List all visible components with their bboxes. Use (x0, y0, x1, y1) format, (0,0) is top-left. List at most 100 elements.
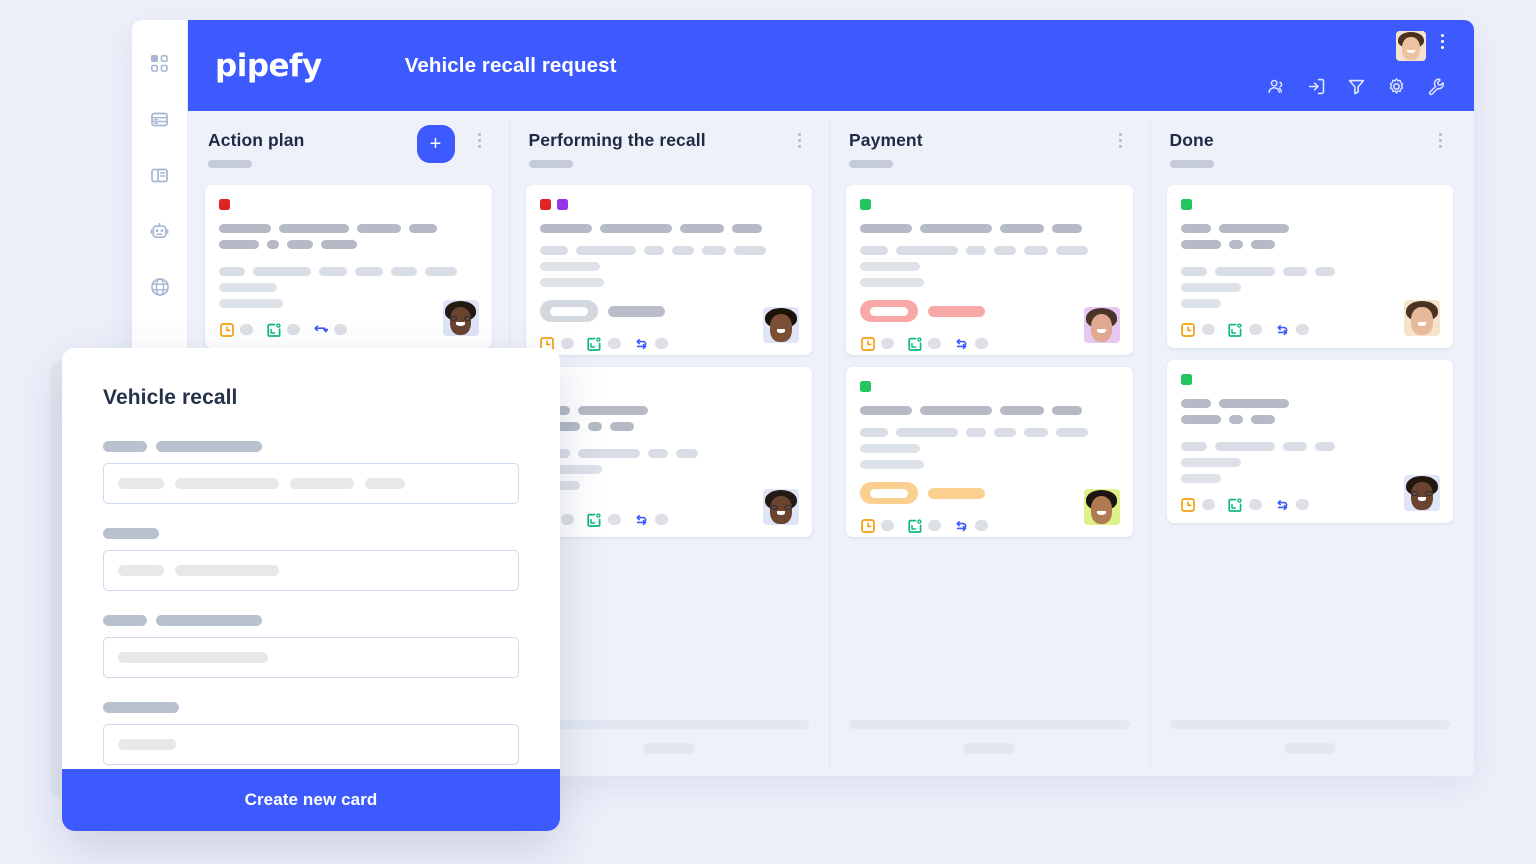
calendar-check-icon[interactable] (266, 322, 281, 337)
card-status-badge (539, 300, 799, 322)
kanban-card[interactable] (846, 185, 1133, 355)
card-meta-placeholder (560, 514, 574, 525)
calendar-check-icon[interactable] (1228, 322, 1243, 337)
filter-icon[interactable] (1347, 77, 1366, 96)
card-avatar[interactable] (1404, 300, 1440, 336)
flow-connection-icon[interactable] (954, 518, 969, 533)
text-input[interactable] (103, 463, 519, 504)
page-title: Vehicle recall request (404, 53, 617, 77)
clock-icon[interactable] (860, 336, 875, 351)
text-input[interactable] (103, 550, 519, 591)
card-labels (219, 199, 478, 210)
field-label-skeleton (103, 528, 519, 539)
import-inbox-icon[interactable] (1307, 77, 1326, 96)
avatar-face (1404, 300, 1440, 336)
card-footer-icons (219, 322, 478, 337)
flow-connection-icon[interactable] (1275, 497, 1290, 512)
card-avatar[interactable] (1083, 307, 1120, 343)
column-kebab-menu[interactable] (477, 133, 481, 148)
kanban-card[interactable] (205, 185, 492, 348)
card-body-skeleton (539, 449, 799, 490)
flow-connection-icon[interactable] (1275, 322, 1290, 337)
board-column-done: Done (1149, 111, 1471, 776)
card-meta-placeholder (654, 514, 668, 525)
sidebar-item-public[interactable] (145, 272, 175, 302)
sidebar-item-dashboard[interactable] (145, 48, 175, 78)
card-label-chip (219, 199, 230, 210)
avatar[interactable] (1396, 31, 1426, 61)
column-header: Performing the recall (517, 111, 822, 185)
card-footer-icons (1181, 497, 1440, 512)
clock-icon[interactable] (860, 518, 875, 533)
card-meta-placeholder (928, 520, 941, 531)
column-header: Payment (837, 111, 1142, 185)
card-labels (540, 381, 799, 392)
column-kebab-menu[interactable] (1439, 133, 1442, 148)
column-title: Payment (849, 130, 923, 150)
create-new-card-button[interactable]: Create new card (62, 769, 560, 831)
flow-connection-icon[interactable] (634, 336, 649, 351)
column-count-placeholder (208, 160, 252, 168)
grid-dashboard-icon (150, 54, 169, 73)
card-meta-placeholder (1295, 324, 1309, 335)
sidebar-item-database[interactable] (145, 104, 175, 134)
column-kebab-menu[interactable] (1118, 133, 1122, 148)
field-label-skeleton (103, 702, 519, 713)
add-card-button[interactable]: + (416, 125, 455, 163)
field-label-skeleton (103, 615, 519, 626)
calendar-check-icon[interactable] (587, 512, 602, 527)
calendar-check-icon[interactable] (1228, 497, 1243, 512)
flow-connection-icon[interactable] (634, 512, 649, 527)
kanban-card[interactable] (1166, 360, 1453, 523)
column-footer-divider (849, 720, 1130, 729)
wrench-icon[interactable] (1427, 77, 1446, 96)
card-body-skeleton (1180, 267, 1440, 308)
card-label-chip (860, 381, 871, 392)
avatar-face (1396, 31, 1426, 61)
avatar-face (443, 300, 479, 336)
card-footer-icons (540, 512, 799, 527)
column-footer-pill (963, 743, 1016, 754)
calendar-check-icon[interactable] (907, 518, 922, 533)
card-avatar[interactable] (1404, 475, 1440, 511)
avatar-face (763, 307, 799, 343)
clock-icon[interactable] (1181, 497, 1196, 512)
card-meta-placeholder (560, 338, 574, 349)
column-footer-divider (1169, 720, 1450, 729)
calendar-check-icon[interactable] (907, 336, 922, 351)
members-icon[interactable] (1267, 77, 1286, 96)
card-labels (1180, 374, 1440, 385)
card-avatar[interactable] (1083, 489, 1120, 525)
card-body-skeleton (219, 267, 478, 308)
card-meta-placeholder (240, 324, 253, 335)
sidebar-item-board-layout[interactable] (145, 160, 175, 190)
card-label-chip (556, 199, 568, 210)
card-avatar[interactable] (442, 300, 479, 336)
column-footer-divider (528, 720, 809, 729)
kanban-card[interactable] (846, 367, 1133, 537)
brand-row: pipefy Vehicle recall request (215, 20, 1474, 111)
flow-connection-icon[interactable] (954, 336, 969, 351)
column-header: Done (1158, 111, 1463, 185)
header-kebab-menu[interactable] (1441, 34, 1444, 49)
sidebar-item-automations[interactable] (145, 216, 175, 246)
avatar-face (1084, 489, 1120, 525)
text-input[interactable] (103, 637, 519, 678)
kanban-card[interactable] (1166, 185, 1453, 348)
card-status-badge (860, 482, 1119, 504)
column-kebab-menu[interactable] (798, 133, 801, 148)
kanban-card[interactable] (525, 367, 812, 537)
card-meta-placeholder (654, 338, 668, 349)
card-avatar[interactable] (763, 307, 799, 343)
card-avatar[interactable] (763, 489, 799, 525)
text-input[interactable] (103, 724, 519, 765)
calendar-check-icon[interactable] (587, 336, 602, 351)
pipefy-logo[interactable]: pipefy (215, 48, 322, 84)
kanban-card[interactable] (525, 185, 812, 355)
clock-icon[interactable] (1181, 322, 1196, 337)
clock-icon[interactable] (219, 322, 234, 337)
gear-icon[interactable] (1387, 77, 1406, 96)
column-footer-pill (642, 743, 695, 754)
card-label-chip (860, 199, 871, 210)
flow-connection-icon[interactable] (313, 322, 328, 337)
